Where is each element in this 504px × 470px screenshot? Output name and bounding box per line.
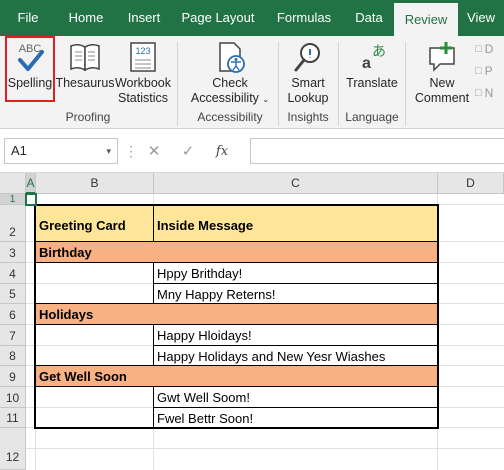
table-border [154,345,439,346]
svg-text:a: a [362,55,371,72]
row-header-12[interactable]: 12 [0,428,26,470]
table-border [154,407,439,408]
spelling-icon: ABC [18,43,44,71]
translate-button[interactable]: a あ Translate [343,40,401,91]
ribbon-tab-bar: File Home Insert Page Layout Formulas Da… [0,0,504,36]
thesaurus-label: Thesaurus [55,76,115,90]
comment-icon: □ [475,43,482,55]
search-icon [294,43,320,72]
translate-label: Translate [346,76,398,90]
cancel-icon[interactable]: ✕ [137,142,171,160]
table-border [34,324,439,325]
smart-lookup-label-2: Lookup [287,91,329,105]
formula-input[interactable] [250,138,504,164]
tab-formulas[interactable]: Formulas [264,0,344,36]
tab-file[interactable]: File [0,0,56,36]
name-box[interactable]: A1 ▾ [4,138,118,164]
table-border [154,283,439,284]
tab-review[interactable]: Review [394,3,458,36]
tab-page-layout[interactable]: Page Layout [172,0,264,36]
check-accessibility-button[interactable]: Check Accessibility ⌄ [187,40,273,107]
tab-data[interactable]: Data [344,0,394,36]
delete-comment-button[interactable]: □ D [475,42,493,56]
column-header-d[interactable]: D [438,173,504,194]
active-cell-selection [25,193,37,206]
row-header-10[interactable]: 10 [0,387,26,408]
thesaurus-button[interactable]: Thesaurus [55,40,115,91]
spelling-button[interactable]: ABC Spelling [7,40,53,91]
row-header-9[interactable]: 9 [0,366,26,387]
chevron-down-icon: ⌄ [262,95,270,104]
column-header-c[interactable]: C [154,173,438,194]
row-header-6[interactable]: 6 [0,304,26,325]
table-border [34,241,439,242]
new-comment-icon [429,42,455,72]
table-border [34,303,439,304]
svg-text:ABC: ABC [19,43,42,55]
group-separator [278,42,279,126]
column-header-a[interactable]: A [26,173,36,194]
book-icon [70,43,100,72]
check-accessibility-label-2: Accessibility ⌄ [190,91,270,105]
svg-text:123: 123 [135,46,150,56]
comment-icon: □ [475,87,482,99]
row-header-5[interactable]: 5 [0,284,26,304]
group-separator [405,42,406,126]
row-header-1[interactable]: 1 [0,194,26,205]
row-header-2[interactable]: 2 [0,205,26,242]
gridline [26,448,504,449]
workbook-statistics-label-1: Workbook [114,76,172,90]
tab-view[interactable]: View [458,0,504,36]
new-comment-label-2: Comment [414,91,470,105]
new-comment-button[interactable]: New Comment [412,40,472,106]
tab-home[interactable]: Home [56,0,116,36]
enter-icon[interactable]: ✓ [171,142,205,160]
comment-icon: □ [475,65,482,77]
row-header-7[interactable]: 7 [0,325,26,346]
formula-bar: A1 ▾ ⋮ ✕ ✓ fx [0,129,504,173]
insert-function-icon[interactable]: fx [205,144,239,159]
chevron-down-icon[interactable]: ▾ [106,139,111,163]
accessibility-icon [219,42,245,73]
table-outline [34,204,439,429]
worksheet-grid: A B C D 1 2 3 4 5 6 7 8 9 10 11 12 Greet… [0,173,504,470]
group-separator [177,42,178,126]
select-all-corner[interactable] [0,173,26,194]
formula-buttons: ✕ ✓ fx [137,138,249,164]
group-label-insights: Insights [287,110,329,124]
workbook-statistics-button[interactable]: 123 Workbook Statistics [114,40,172,106]
svg-text:あ: あ [372,44,386,60]
group-label-accessibility: Accessibility [197,110,263,124]
group-separator [338,42,339,126]
next-comment-button[interactable]: □ N [475,86,493,100]
workbook-statistics-icon: 123 [130,42,156,72]
previous-comment-button[interactable]: □ P [475,64,493,78]
row-header-4[interactable]: 4 [0,263,26,284]
spelling-label: Spelling [7,76,53,90]
table-border [34,386,439,387]
row-header-11[interactable]: 11 [0,408,26,428]
smart-lookup-button[interactable]: Smart Lookup [282,40,334,106]
row-header-8[interactable]: 8 [0,346,26,366]
row-header-3[interactable]: 3 [0,242,26,263]
column-header-b[interactable]: B [36,173,154,194]
group-label-language: Language [345,110,399,124]
ribbon-review: ABC Spelling Thesaurus 123 Workbook Stat… [0,36,504,129]
table-border [34,365,439,366]
tab-insert[interactable]: Insert [116,0,172,36]
group-label-proofing: Proofing [65,110,111,124]
smart-lookup-label-1: Smart [291,76,325,90]
translate-icon: a あ [362,44,386,72]
table-border [34,262,439,263]
check-accessibility-label-1: Check [212,76,248,90]
table-border [153,204,154,242]
new-comment-label-1: New [429,76,455,90]
workbook-statistics-label-2: Statistics [117,91,168,105]
